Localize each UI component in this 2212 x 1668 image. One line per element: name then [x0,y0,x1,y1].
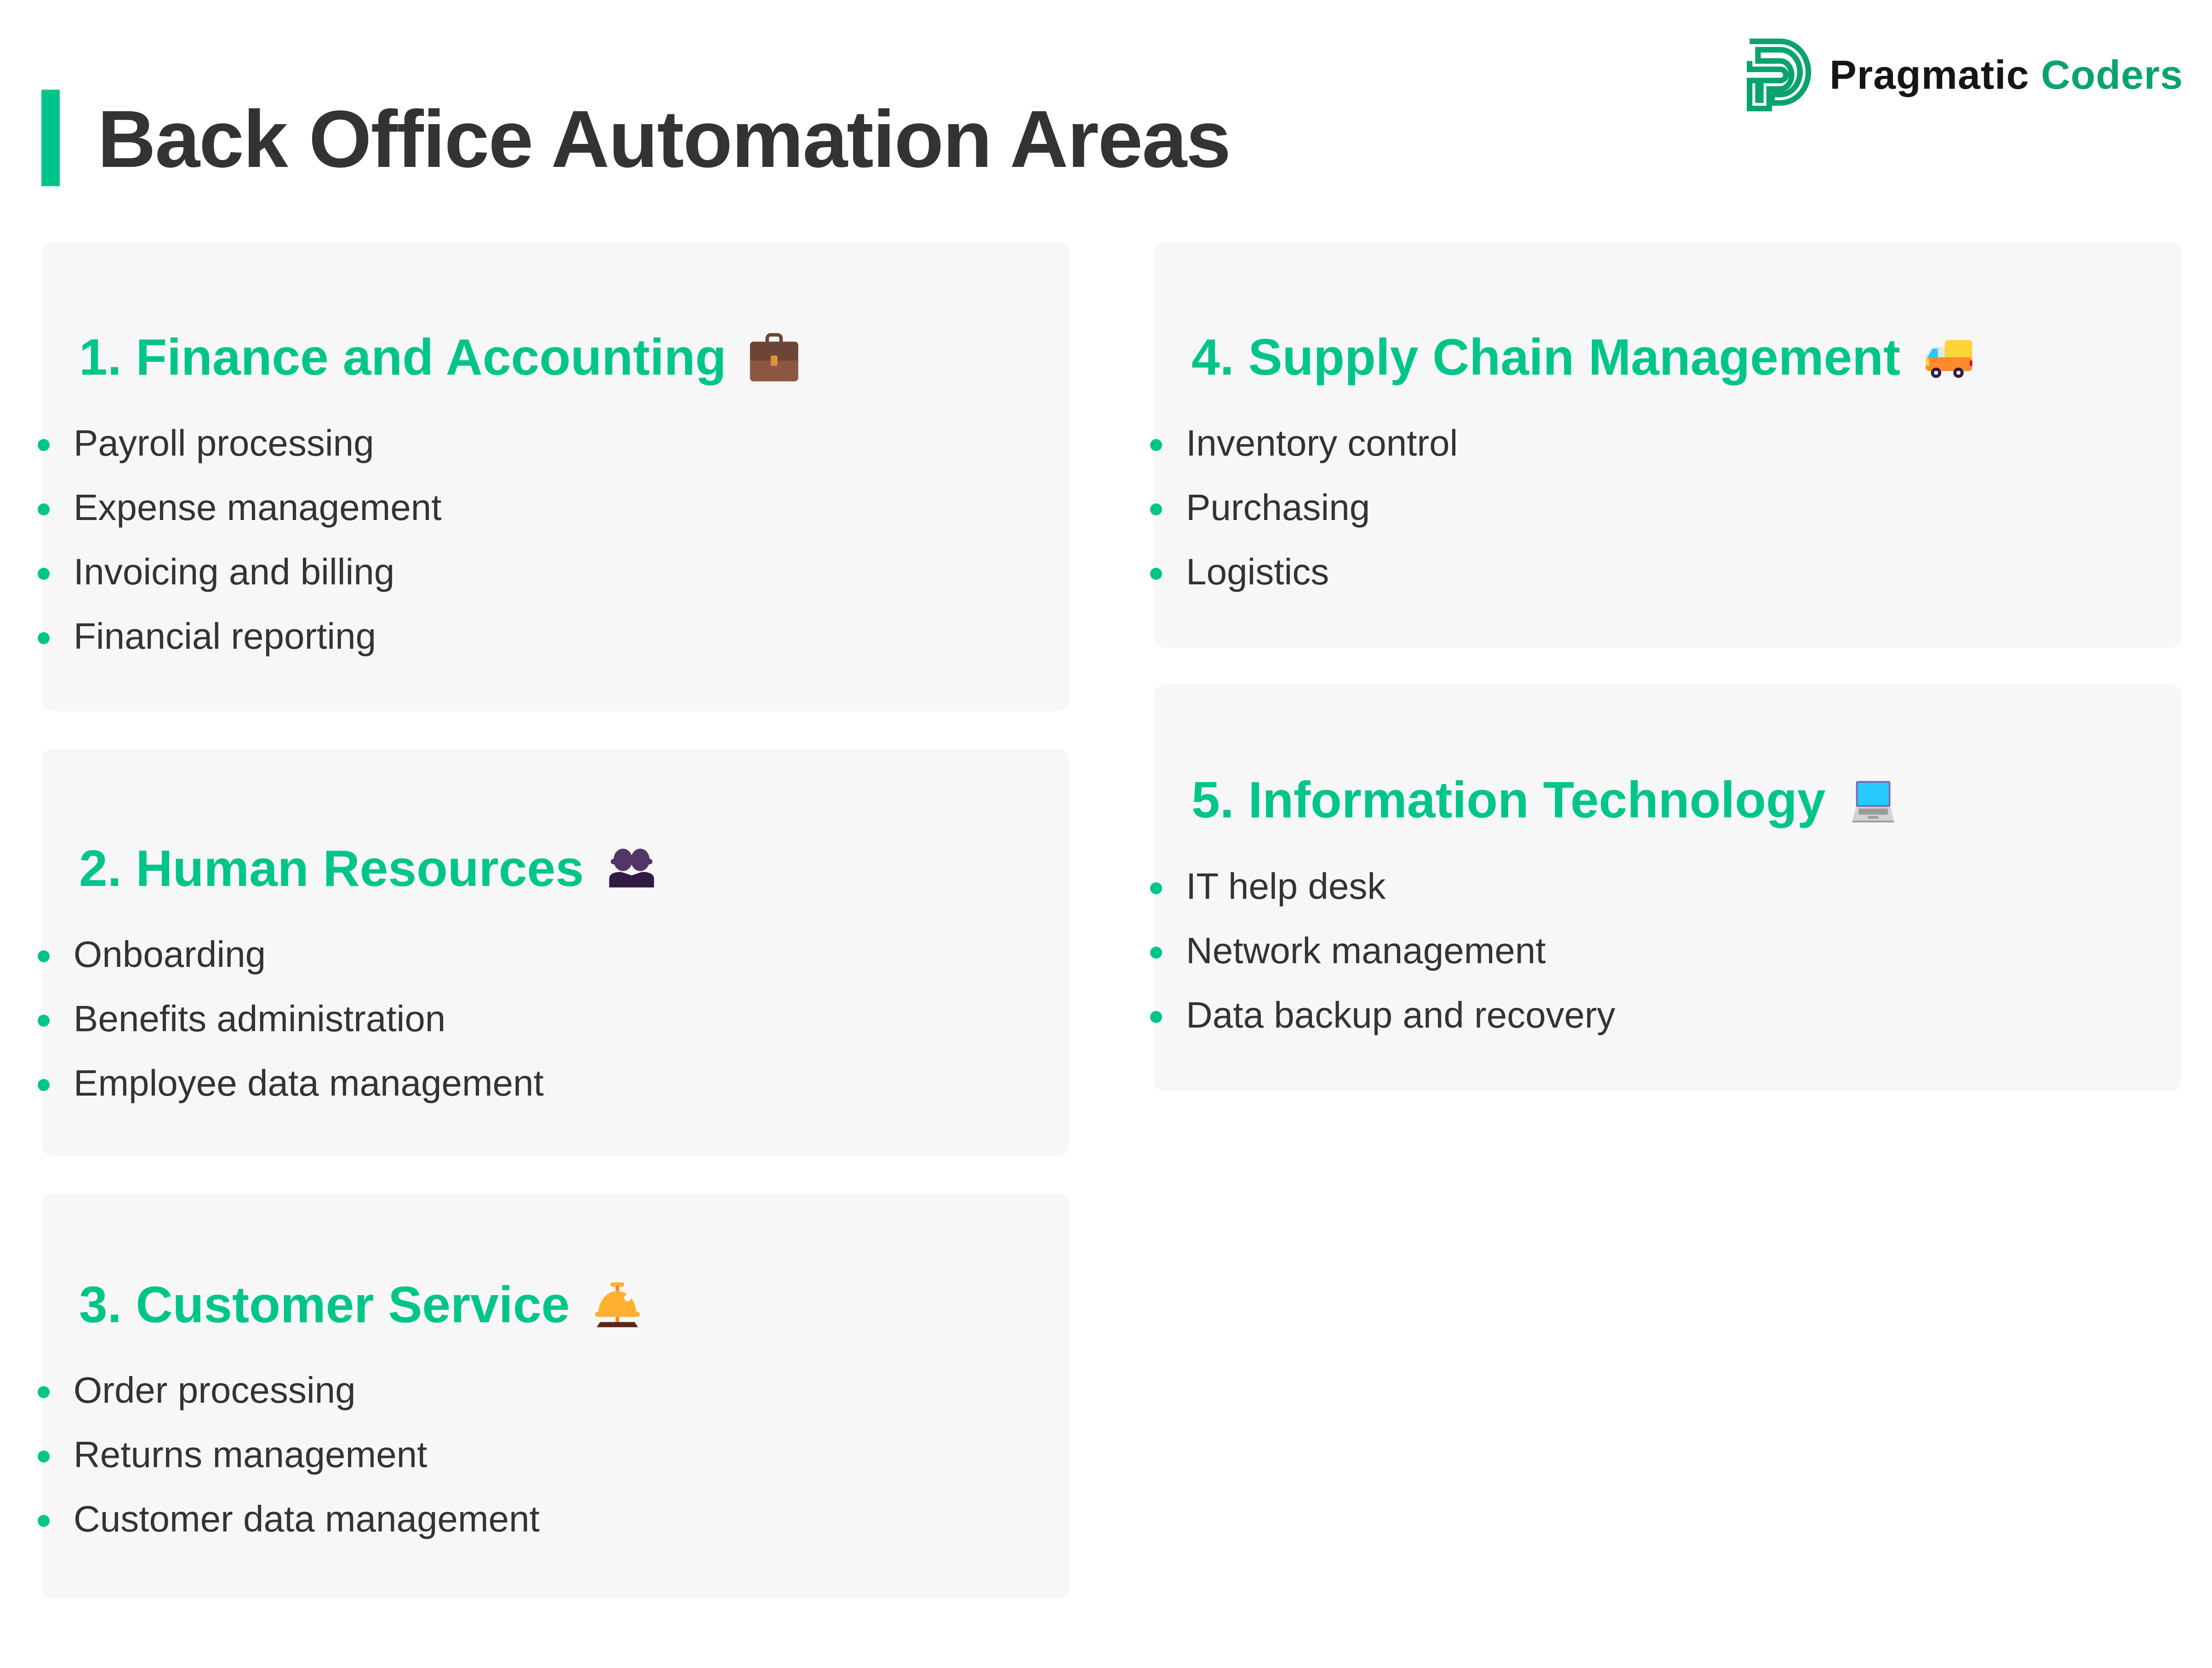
list-item: Network management [1148,919,1615,983]
section-heading-text: 4. Supply Chain Management [1192,329,1900,386]
bullet-dot [38,503,50,515]
list-item-text: Financial reporting [74,616,376,657]
section-heading-text: 3. Customer Service [79,1276,570,1333]
section-heading-text: 1. Finance and Accounting [79,329,727,386]
bullet-dot [38,632,50,644]
section-heading: 3. Customer Service [79,1273,645,1337]
section-item-list: IT help desk Network management Data bac… [1148,854,1615,1047]
section-card-finance: 1. Finance and Accounting Payroll proces… [38,242,1069,711]
section-card-customer-service: 3. Customer Service Order processing Ret… [38,1194,1069,1599]
list-item-text: IT help desk [1186,866,1386,907]
briefcase-icon [750,333,798,382]
section-heading-text: 2. Human Resources [79,840,584,897]
bullet-dot [1150,882,1162,894]
list-item-text: Data backup and recovery [1186,994,1615,1035]
list-item-text: Expense management [74,487,442,528]
list-item-text: Network management [1186,930,1546,971]
bullet-dot [38,1386,50,1398]
logo-word-coders: Coders [2041,52,2183,97]
list-item: Customer data management [36,1487,540,1551]
list-item-text: Onboarding [74,934,266,975]
list-item: Purchasing [1148,475,1458,540]
bullet-dot [1150,1011,1162,1023]
section-heading: 1. Finance and Accounting [79,325,802,389]
list-item-text: Payroll processing [74,423,374,463]
list-item: Order processing [36,1358,540,1422]
section-heading-text: 5. Information Technology [1192,771,1826,828]
section-item-list: Inventory control Purchasing Logistics [1148,411,1458,604]
list-item: Returns management [36,1422,540,1487]
section-heading: 4. Supply Chain Management [1192,325,1976,389]
people-icon [609,848,654,888]
list-item: Expense management [36,475,442,540]
logo-word-pragmatic: Pragmatic [1830,52,2030,97]
section-item-list: Order processing Returns management Cust… [36,1358,540,1551]
bullet-dot [38,950,50,962]
title-accent-bar [41,90,60,186]
page-title: Back Office Automation Areas [97,94,1231,184]
list-item: Data backup and recovery [1148,983,1615,1047]
list-item: Employee data management [36,1051,544,1115]
list-item: Inventory control [1148,411,1458,475]
bullet-dot [1150,503,1162,515]
bullet-dot [38,1079,50,1091]
list-item-text: Invoicing and billing [74,551,395,592]
delivery-truck-icon [1926,340,1973,378]
list-item: Invoicing and billing [36,540,442,604]
bellhop-bell-icon [595,1282,640,1327]
list-item-text: Returns management [74,1434,428,1475]
bullet-dot [38,568,50,580]
list-item-text: Purchasing [1186,487,1370,528]
list-item: IT help desk [1148,854,1615,919]
bullet-dot [38,1451,50,1462]
company-logo[interactable]: Pragmatic Coders [1747,36,2183,114]
bullet-dot [38,1015,50,1027]
laptop-icon [1853,781,1894,823]
list-item: Payroll processing [36,411,442,475]
list-item-text: Employee data management [74,1062,544,1103]
section-item-list: Payroll processing Expense management In… [36,411,442,668]
bullet-dot [1150,439,1162,451]
section-heading: 5. Information Technology [1192,768,1901,832]
bullet-dot [38,439,50,451]
list-item-text: Logistics [1186,551,1329,592]
pragmatic-coders-logo-icon [1747,38,1811,112]
list-item: Benefits administration [36,987,544,1051]
list-item: Onboarding [36,922,544,987]
list-item-text: Order processing [74,1370,356,1411]
section-card-information-technology: 5. Information Technology IT help desk N… [1150,684,2182,1091]
list-item-text: Inventory control [1186,423,1458,463]
list-item: Financial reporting [36,604,442,668]
bullet-dot [1150,947,1162,959]
list-item: Logistics [1148,540,1458,604]
bullet-dot [1150,568,1162,580]
section-heading: 2. Human Resources [79,836,659,901]
section-card-supply-chain: 4. Supply Chain Management Inventory con… [1150,242,2182,648]
list-item-text: Benefits administration [74,998,446,1039]
section-card-human-resources: 2. Human Resources Onboarding Benefits a… [38,749,1069,1156]
list-item-text: Customer data management [74,1498,540,1539]
bullet-dot [38,1515,50,1527]
section-item-list: Onboarding Benefits administration Emplo… [36,922,544,1115]
